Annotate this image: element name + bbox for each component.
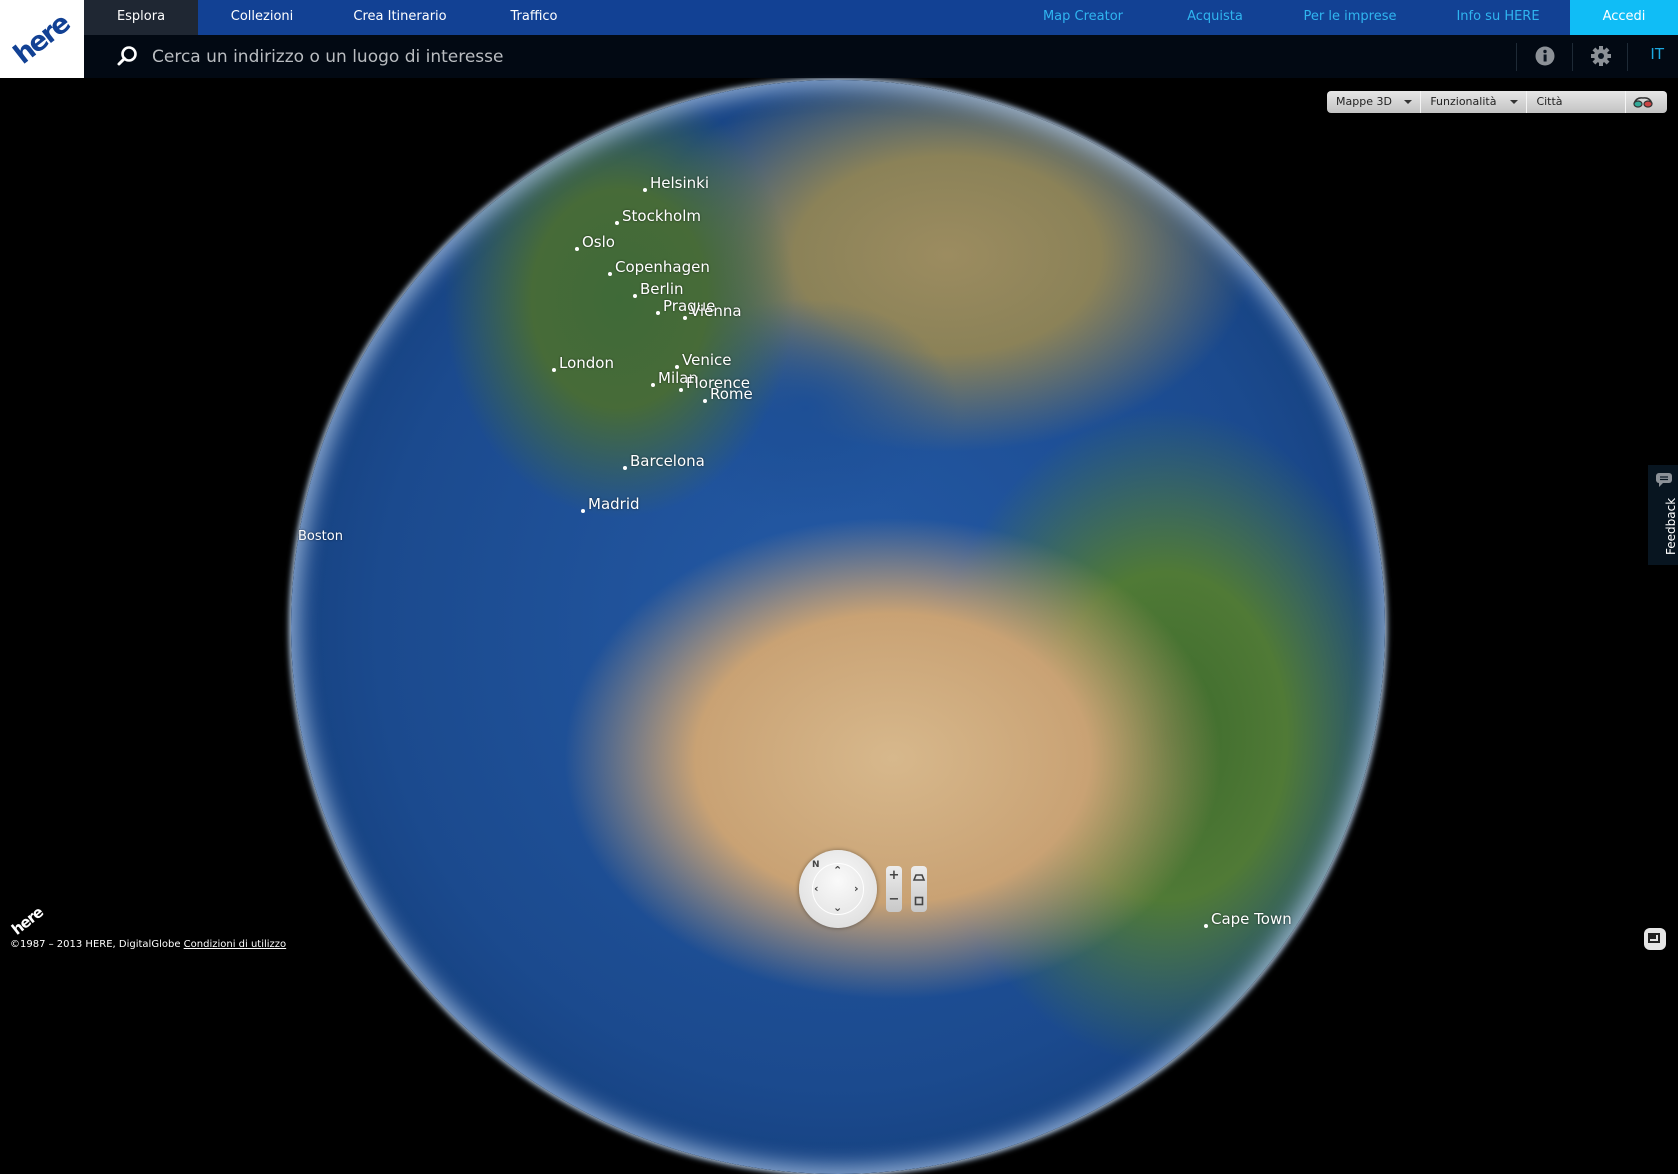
city-name: Vienna: [690, 302, 742, 320]
nav-link-map-creator[interactable]: Map Creator: [1033, 0, 1133, 35]
city-name: Cape Town: [1211, 910, 1292, 928]
city-name: Boston: [298, 529, 343, 544]
nav-tab-traffico[interactable]: Traffico: [494, 0, 574, 35]
city-label-stockholm[interactable]: Stockholm: [615, 207, 701, 225]
tilt-up-icon[interactable]: [911, 872, 927, 884]
terms-of-use-link[interactable]: Condizioni di utilizzo: [184, 939, 287, 950]
chevron-down-icon: [1404, 100, 1413, 104]
copyright-text: ©1987 – 2013 HERE, DigitalGlobe Condizio…: [10, 939, 286, 950]
here-logo[interactable]: here: [0, 0, 84, 78]
pan-down-icon[interactable]: ⌄: [833, 901, 842, 914]
info-icon[interactable]: [1532, 43, 1558, 69]
nav-link-acquista[interactable]: Acquista: [1175, 0, 1255, 35]
nav-link-per-le-imprese[interactable]: Per le imprese: [1300, 0, 1400, 35]
minimap-icon-fill: [1650, 935, 1656, 939]
city-name: Stockholm: [622, 207, 701, 225]
pan-right-icon[interactable]: ›: [854, 882, 859, 895]
zoom-in-button[interactable]: +: [886, 868, 902, 883]
3d-glasses-icon: [1632, 97, 1653, 108]
top-nav-bar: Esplora Collezioni Crea Itinerario Traff…: [0, 0, 1678, 35]
city-dot: [703, 399, 707, 403]
chat-bubble-icon: [1656, 473, 1672, 487]
city-label-oslo[interactable]: Oslo: [575, 233, 615, 251]
city-label-boston[interactable]: Boston: [298, 529, 343, 544]
city-label-cape-town[interactable]: Cape Town: [1204, 910, 1292, 928]
language-selector[interactable]: IT: [1650, 45, 1664, 63]
city-dot: [643, 188, 647, 192]
3d-glasses-button[interactable]: [1626, 91, 1667, 113]
city-label-berlin[interactable]: Berlin: [633, 280, 684, 298]
city-dot: [615, 221, 619, 225]
map-type-label: Mappe 3D: [1336, 95, 1392, 108]
city-label-london[interactable]: London: [552, 354, 614, 372]
city-name: Barcelona: [630, 452, 705, 470]
city-dot: [679, 388, 683, 392]
footer-here-logo: here: [8, 903, 47, 939]
city-dot: [581, 509, 585, 513]
zoom-out-button[interactable]: −: [886, 892, 902, 907]
city-label-vienna[interactable]: Vienna: [683, 302, 742, 320]
nav-tab-esplora[interactable]: Esplora: [84, 0, 198, 35]
feedback-label: Feedback: [1664, 497, 1678, 555]
divider: [1627, 43, 1628, 71]
city-name: Madrid: [588, 495, 640, 513]
divider: [1572, 43, 1573, 71]
chevron-down-icon: [1510, 100, 1519, 104]
city-label-barcelona[interactable]: Barcelona: [623, 452, 705, 470]
globe-3d-map[interactable]: [291, 80, 1385, 1174]
pan-compass-control[interactable]: N ⌃ ⌄ ‹ ›: [799, 850, 877, 928]
city-label-rome[interactable]: Rome: [703, 385, 753, 403]
city-dot: [575, 247, 579, 251]
city-name: London: [559, 354, 614, 372]
city-dot: [656, 311, 660, 315]
city-label-venice[interactable]: Venice: [675, 351, 731, 369]
nav-link-info-su-here[interactable]: Info su HERE: [1448, 0, 1548, 35]
city-name: Rome: [710, 385, 753, 403]
city-dot: [651, 383, 655, 387]
search-bar: IT: [0, 35, 1678, 78]
cities-button[interactable]: Città: [1527, 91, 1626, 113]
tilt-control: [911, 866, 927, 912]
city-dot: [552, 368, 556, 372]
divider: [1516, 43, 1517, 71]
north-indicator[interactable]: N: [812, 860, 820, 870]
copyright-label: ©1987 – 2013 HERE, DigitalGlobe: [10, 939, 184, 950]
city-dot: [633, 294, 637, 298]
minimap-toggle-button[interactable]: [1644, 928, 1666, 950]
login-button[interactable]: Accedi: [1570, 0, 1678, 35]
city-label-madrid[interactable]: Madrid: [581, 495, 640, 513]
city-name: Venice: [682, 351, 732, 369]
gear-icon[interactable]: [1588, 43, 1614, 69]
city-label-helsinki[interactable]: Helsinki: [643, 174, 709, 192]
zoom-control: + −: [886, 866, 902, 912]
city-dot: [623, 466, 627, 470]
city-name: Copenhagen: [615, 258, 710, 276]
map-toolbar: Mappe 3D Funzionalità Città: [1327, 91, 1667, 113]
city-dot: [1204, 924, 1208, 928]
nav-tab-collezioni[interactable]: Collezioni: [212, 0, 312, 35]
tilt-flat-icon[interactable]: [911, 895, 927, 907]
features-dropdown[interactable]: Funzionalità: [1421, 91, 1528, 113]
map-type-dropdown[interactable]: Mappe 3D: [1327, 91, 1422, 113]
city-label-copenhagen[interactable]: Copenhagen: [608, 258, 710, 276]
cities-label: Città: [1536, 95, 1563, 108]
city-dot: [608, 272, 612, 276]
search-icon[interactable]: [116, 45, 138, 67]
pan-left-icon[interactable]: ‹: [814, 882, 819, 895]
pan-up-icon[interactable]: ⌃: [833, 864, 842, 877]
nav-tab-crea-itinerario[interactable]: Crea Itinerario: [340, 0, 460, 35]
search-input[interactable]: [150, 41, 954, 73]
city-name: Berlin: [640, 280, 684, 298]
city-name: Helsinki: [650, 174, 710, 192]
features-label: Funzionalità: [1430, 95, 1497, 108]
city-dot: [683, 316, 687, 320]
logo-text: here: [8, 7, 76, 71]
feedback-tab[interactable]: Feedback: [1648, 465, 1678, 565]
city-name: Oslo: [582, 233, 615, 251]
